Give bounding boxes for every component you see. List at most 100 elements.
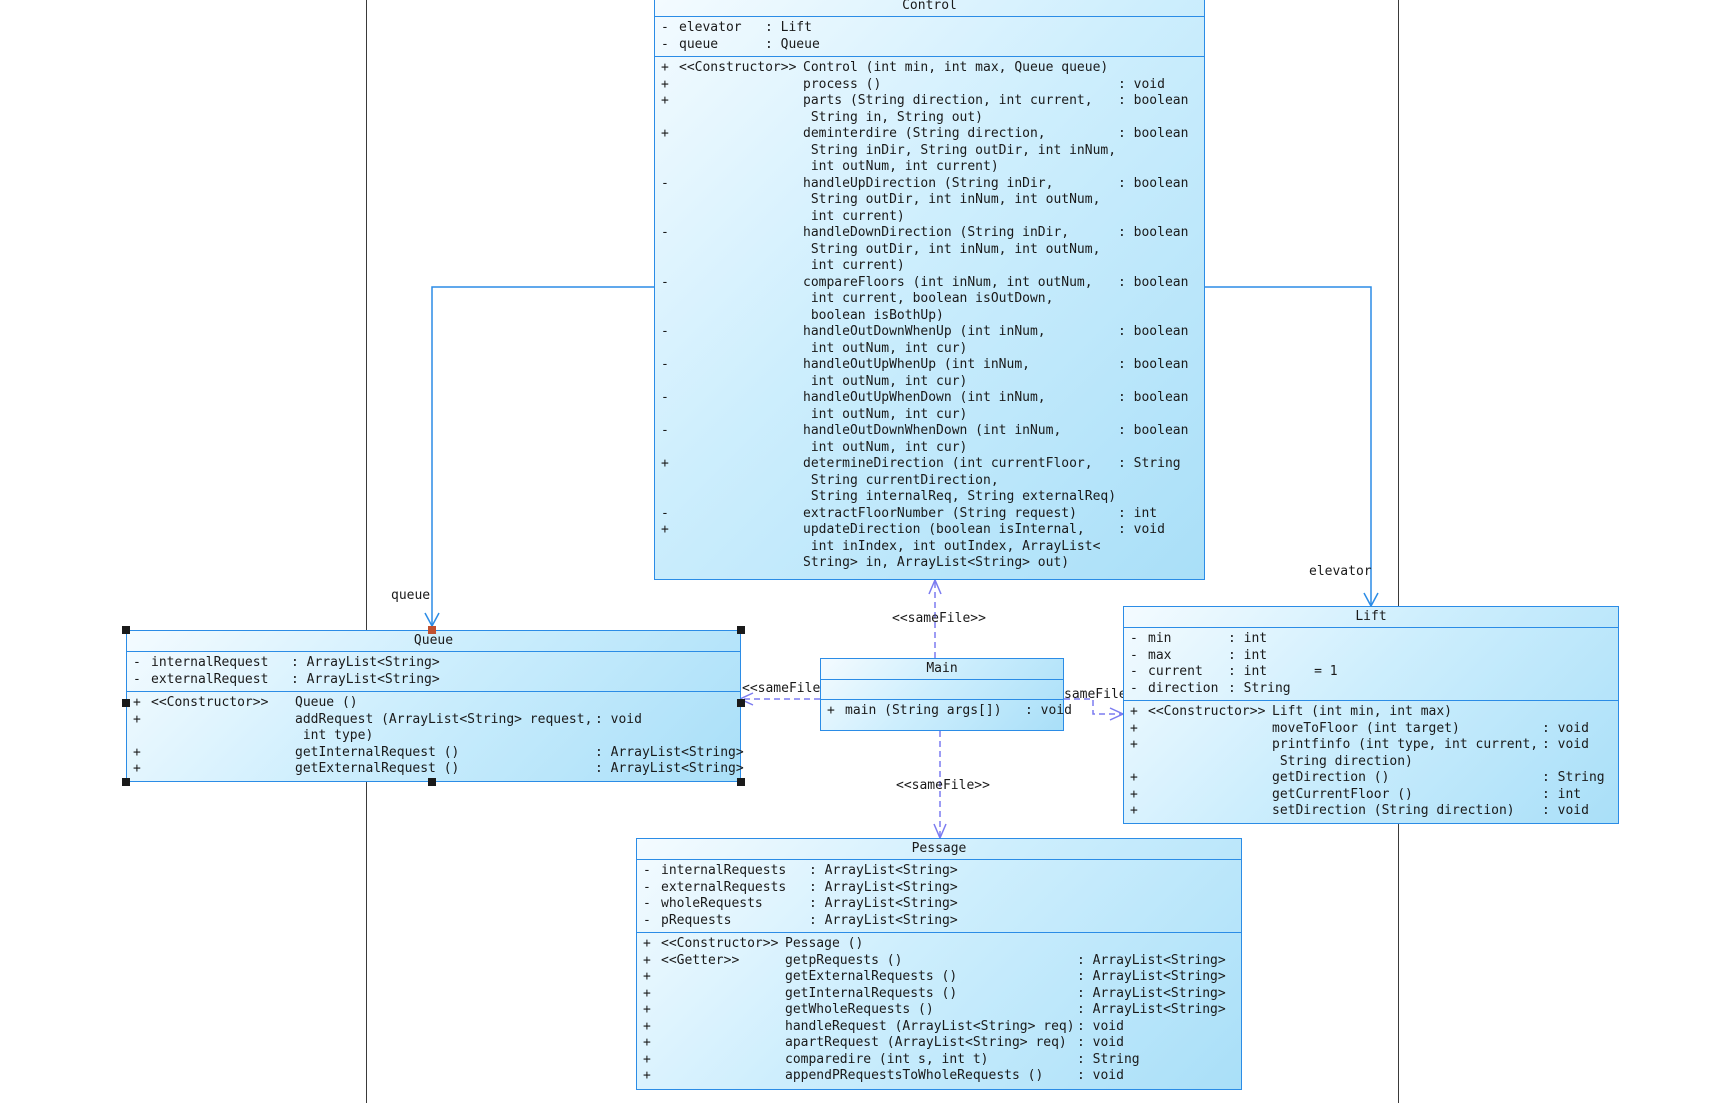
operation-row[interactable]: - handleUpDirection (String inDir, String… — [655, 176, 1204, 226]
visibility-marker: + — [661, 522, 669, 537]
operation-row[interactable]: + <<Constructor>> Control (int min, int ma… — [655, 60, 1204, 77]
operation-row[interactable]: - handleOutDownWhenDown (int inNum, int o… — [655, 423, 1204, 456]
operation-stereotype: <<Constructor>> — [679, 60, 797, 75]
operation-row[interactable]: + addRequest (ArrayList<String> request, … — [127, 712, 740, 745]
association-control-queue — [431, 286, 654, 626]
visibility-marker: + — [643, 1068, 651, 1083]
visibility-marker: + — [643, 1051, 651, 1067]
operation-row[interactable]: + <<Constructor>> Pessage () — [637, 936, 1241, 953]
operation-row[interactable]: - handleOutDownWhenUp (int inNum, int out… — [655, 324, 1204, 357]
attribute-row[interactable]: - externalRequest: ArrayList<String> — [127, 672, 740, 689]
visibility-marker: - — [1130, 664, 1138, 679]
class-pessage[interactable]: Pessage - internalRequests: ArrayList<Str… — [636, 838, 1242, 1090]
operation-row[interactable]: + main (String args[]): void — [821, 703, 1072, 720]
operation-row[interactable]: + appendPRequestsToWholeRequests (): void — [637, 1068, 1241, 1085]
operation-row[interactable]: - handleOutUpWhenDown (int inNum, int out… — [655, 390, 1204, 423]
operation-signature: compareFloors (int inNum, int outNum, in… — [803, 274, 1093, 323]
operation-stereotype — [661, 1019, 785, 1036]
operation-return-type: : boolean — [1118, 423, 1189, 438]
operation-signature: determineDirection (int currentFloor, St… — [803, 456, 1117, 504]
operation-stereotype — [679, 390, 803, 423]
operation-return-type: : boolean — [1118, 126, 1189, 141]
operation-return-type: : void — [1542, 720, 1589, 736]
visibility-marker: + — [661, 60, 669, 75]
operation-row[interactable]: + getExternalRequest (): ArrayList<String… — [127, 761, 744, 778]
operation-return-type: : ArrayList<String> — [1077, 985, 1226, 1001]
resize-handle-bottom-middle[interactable] — [428, 778, 436, 786]
visibility-marker: + — [1130, 720, 1138, 736]
operation-compartment: + <<Constructor>> Lift (int min, int max) +… — [1124, 701, 1618, 823]
visibility-marker: + — [1130, 770, 1138, 785]
visibility-marker: + — [133, 695, 141, 710]
operation-row[interactable]: + getExternalRequests (): ArrayList<Strin… — [637, 969, 1241, 986]
operation-row[interactable]: + deminterdire (String direction, String … — [655, 126, 1204, 176]
operation-return-type: : boolean — [1118, 93, 1189, 108]
resize-handle-middle-right[interactable] — [737, 699, 745, 707]
operation-return-type: : ArrayList<String> — [595, 761, 744, 776]
operation-row[interactable]: + <<Getter>> getpRequests (): ArrayList<St… — [637, 953, 1241, 970]
operation-row[interactable]: + setDirection (String direction): void — [1124, 803, 1618, 820]
visibility-marker: + — [643, 1018, 651, 1034]
resize-handle-middle-left[interactable] — [122, 699, 130, 707]
attribute-row[interactable]: - queue: Queue — [655, 37, 1204, 54]
operation-row[interactable]: + getInternalRequest (): ArrayList<String… — [127, 744, 744, 762]
operation-row[interactable]: + getCurrentFloor (): int — [1124, 787, 1618, 804]
operation-row[interactable]: + apartRequest (ArrayList<String> req): v… — [637, 1035, 1241, 1052]
resize-handle-top-right[interactable] — [737, 626, 745, 634]
attribute-compartment — [821, 680, 1063, 700]
attribute-row[interactable]: - direction: String — [1124, 681, 1618, 698]
attribute-row[interactable]: - internalRequest: ArrayList<String> — [127, 655, 740, 672]
operation-row[interactable]: - handleOutUpWhenUp (int inNum, int outNu… — [655, 357, 1204, 390]
operation-row[interactable]: + getWholeRequests (): ArrayList<String> — [637, 1002, 1241, 1019]
visibility-marker: + — [1130, 704, 1138, 719]
operation-stereotype — [679, 126, 803, 176]
resize-handle-bottom-right[interactable] — [737, 778, 745, 786]
operation-signature: getCurrentFloor () — [1272, 786, 1413, 802]
class-control[interactable]: Control - elevator: Lift - queue: Queue + <<… — [654, 0, 1205, 580]
operation-row[interactable]: + <<Constructor>> Queue () — [127, 695, 740, 712]
operation-compartment: + <<Constructor>> Pessage () + <<Getter>> get… — [637, 933, 1241, 1088]
resize-handle-bottom-left[interactable] — [122, 778, 130, 786]
attribute-type: : Lift — [765, 20, 812, 35]
attribute-row[interactable]: - current: int = 1 — [1124, 664, 1618, 681]
attribute-row[interactable]: - internalRequests: ArrayList<String> — [637, 863, 1241, 880]
attribute-type: : ArrayList<String> — [809, 896, 958, 911]
resize-handle-top-left[interactable] — [122, 626, 130, 634]
operation-row[interactable]: + handleRequest (ArrayList<String> req): … — [637, 1019, 1241, 1036]
attribute-row[interactable]: - pRequests: ArrayList<String> — [637, 913, 1241, 930]
attribute-name: externalRequest — [151, 671, 269, 687]
operation-row[interactable]: + getDirection (): String — [1124, 770, 1618, 787]
class-lift[interactable]: Lift - min: int - max: int - current: int = 1… — [1123, 606, 1619, 824]
operation-signature: handleOutDownWhenUp (int inNum, int outN… — [803, 324, 1046, 356]
operation-stereotype — [1148, 787, 1272, 804]
attribute-row[interactable]: - externalRequests: ArrayList<String> — [637, 880, 1241, 897]
operation-signature: getInternalRequest () — [295, 744, 460, 760]
visibility-marker: + — [643, 952, 651, 968]
operation-row[interactable]: + parts (String direction, int current, S… — [655, 93, 1204, 126]
attribute-row[interactable]: - elevator: Lift — [655, 20, 1204, 37]
operation-row[interactable]: + <<Constructor>> Lift (int min, int max) — [1124, 704, 1618, 721]
operation-row[interactable]: + getInternalRequests (): ArrayList<Strin… — [637, 986, 1241, 1003]
attribute-row[interactable]: - wholeRequests: ArrayList<String> — [637, 896, 1241, 913]
operation-row[interactable]: + printfinfo (int type, int current, Stri… — [1124, 737, 1618, 770]
attribute-type: : ArrayList<String> — [809, 863, 958, 878]
operation-row[interactable]: + comparedire (int s, int t): String — [637, 1052, 1241, 1069]
attribute-row[interactable]: - max: int — [1124, 648, 1618, 665]
operation-row[interactable]: + process (): void — [655, 77, 1204, 94]
visibility-marker: - — [1130, 631, 1138, 646]
operation-row[interactable]: + moveToFloor (int target): void — [1124, 721, 1618, 738]
operation-row[interactable]: - handleDownDirection (String inDir, Stri… — [655, 225, 1204, 275]
class-queue[interactable]: Queue - internalRequest: ArrayList<String… — [126, 630, 744, 782]
operation-signature: getExternalRequest () — [295, 761, 460, 776]
resize-handle-top-middle[interactable] — [428, 626, 436, 634]
operation-row[interactable]: + updateDirection (boolean isInternal, in… — [655, 522, 1204, 572]
operation-stereotype — [679, 225, 803, 275]
operation-row[interactable]: + determineDirection (int currentFloor, S… — [655, 456, 1204, 506]
operation-stereotype: <<Constructor>> — [151, 695, 269, 710]
operation-row[interactable]: - compareFloors (int inNum, int outNum, i… — [655, 275, 1204, 325]
operation-signature: handleOutDownWhenDown (int inNum, int ou… — [803, 423, 1062, 455]
visibility-marker: - — [661, 357, 669, 372]
attribute-row[interactable]: - min: int — [1124, 631, 1618, 648]
class-main[interactable]: Main + main (String args[]): void — [820, 658, 1072, 731]
operation-row[interactable]: - extractFloorNumber (String request): in… — [655, 506, 1204, 523]
